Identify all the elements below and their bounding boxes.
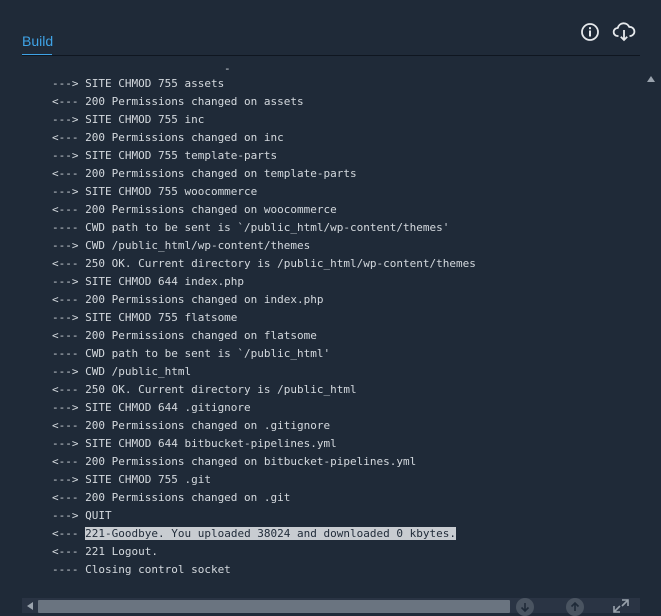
- log-line: ---- CWD path to be sent is `/public_htm…: [52, 221, 450, 234]
- log-line: ---> SITE CHMOD 755 .git: [52, 473, 211, 486]
- log-lines: ---> SITE CHMOD 755 assets <--- 200 Permi…: [52, 75, 476, 579]
- log-line: ---> SITE CHMOD 755 template-parts: [52, 149, 278, 162]
- log-line: ---> CWD /public_html: [52, 365, 192, 378]
- horizontal-scroll-thumb[interactable]: [38, 600, 510, 613]
- log-line: ---> QUIT: [52, 509, 112, 522]
- log-line: <--- 200 Permissions changed on .gitigno…: [52, 419, 331, 432]
- log-line: <--- 200 Permissions changed on .git: [52, 491, 291, 504]
- log-line: ---> CWD /public_html/wp-content/themes: [52, 239, 311, 252]
- tab-build[interactable]: Build: [22, 33, 53, 49]
- log-line-selected: <--- 221-Goodbye. You uploaded 38024 and…: [52, 525, 476, 543]
- log-line: <--- 200 Permissions changed on woocomme…: [52, 203, 337, 216]
- scroll-up-arrow-icon[interactable]: [644, 72, 658, 86]
- log-line: <--- 200 Permissions changed on assets: [52, 95, 304, 108]
- log-line: <--- 200 Permissions changed on bitbucke…: [52, 455, 417, 468]
- log-line: ---> SITE CHMOD 755 assets: [52, 77, 225, 90]
- log-line: <--- 221 Logout.: [52, 545, 158, 558]
- log-line: ---> SITE CHMOD 755 flatsome: [52, 311, 238, 324]
- info-icon[interactable]: [578, 20, 602, 44]
- log-line: ---> SITE CHMOD 644 .gitignore: [52, 401, 251, 414]
- log-line: ---- CWD path to be sent is `/public_htm…: [52, 347, 331, 360]
- log-line: ---> SITE CHMOD 755 inc: [52, 113, 205, 126]
- log-line-selected-text: 221-Goodbye. You uploaded 38024 and down…: [85, 527, 456, 540]
- cloud-download-icon[interactable]: [612, 20, 636, 44]
- log-line: <--- 250 OK. Current directory is /publi…: [52, 383, 357, 396]
- expand-icon[interactable]: [612, 598, 630, 613]
- log-line: ---- Closing control socket: [52, 563, 231, 576]
- log-line: <--- 250 OK. Current directory is /publi…: [52, 257, 476, 270]
- log-line: <--- 200 Permissions changed on template…: [52, 167, 357, 180]
- header-divider: [22, 55, 640, 56]
- build-log-console[interactable]: - ---> SITE CHMOD 755 assets <--- 200 Per…: [22, 66, 640, 598]
- log-line: ---> SITE CHMOD 755 woocommerce: [52, 185, 258, 198]
- log-line: ---> SITE CHMOD 644 bitbucket-pipelines.…: [52, 437, 337, 450]
- log-top-fragment: -: [224, 66, 231, 75]
- panel-header: Build: [0, 0, 661, 56]
- scroll-to-bottom-button[interactable]: [516, 598, 534, 616]
- log-line-prefix: <---: [52, 527, 86, 540]
- log-line: <--- 200 Permissions changed on inc: [52, 131, 284, 144]
- log-line: <--- 200 Permissions changed on flatsome: [52, 329, 317, 342]
- scroll-left-arrow-icon[interactable]: [24, 599, 36, 612]
- scroll-to-top-button[interactable]: [566, 598, 584, 616]
- log-line: <--- 200 Permissions changed on index.ph…: [52, 293, 324, 306]
- log-line: ---> SITE CHMOD 644 index.php: [52, 275, 245, 288]
